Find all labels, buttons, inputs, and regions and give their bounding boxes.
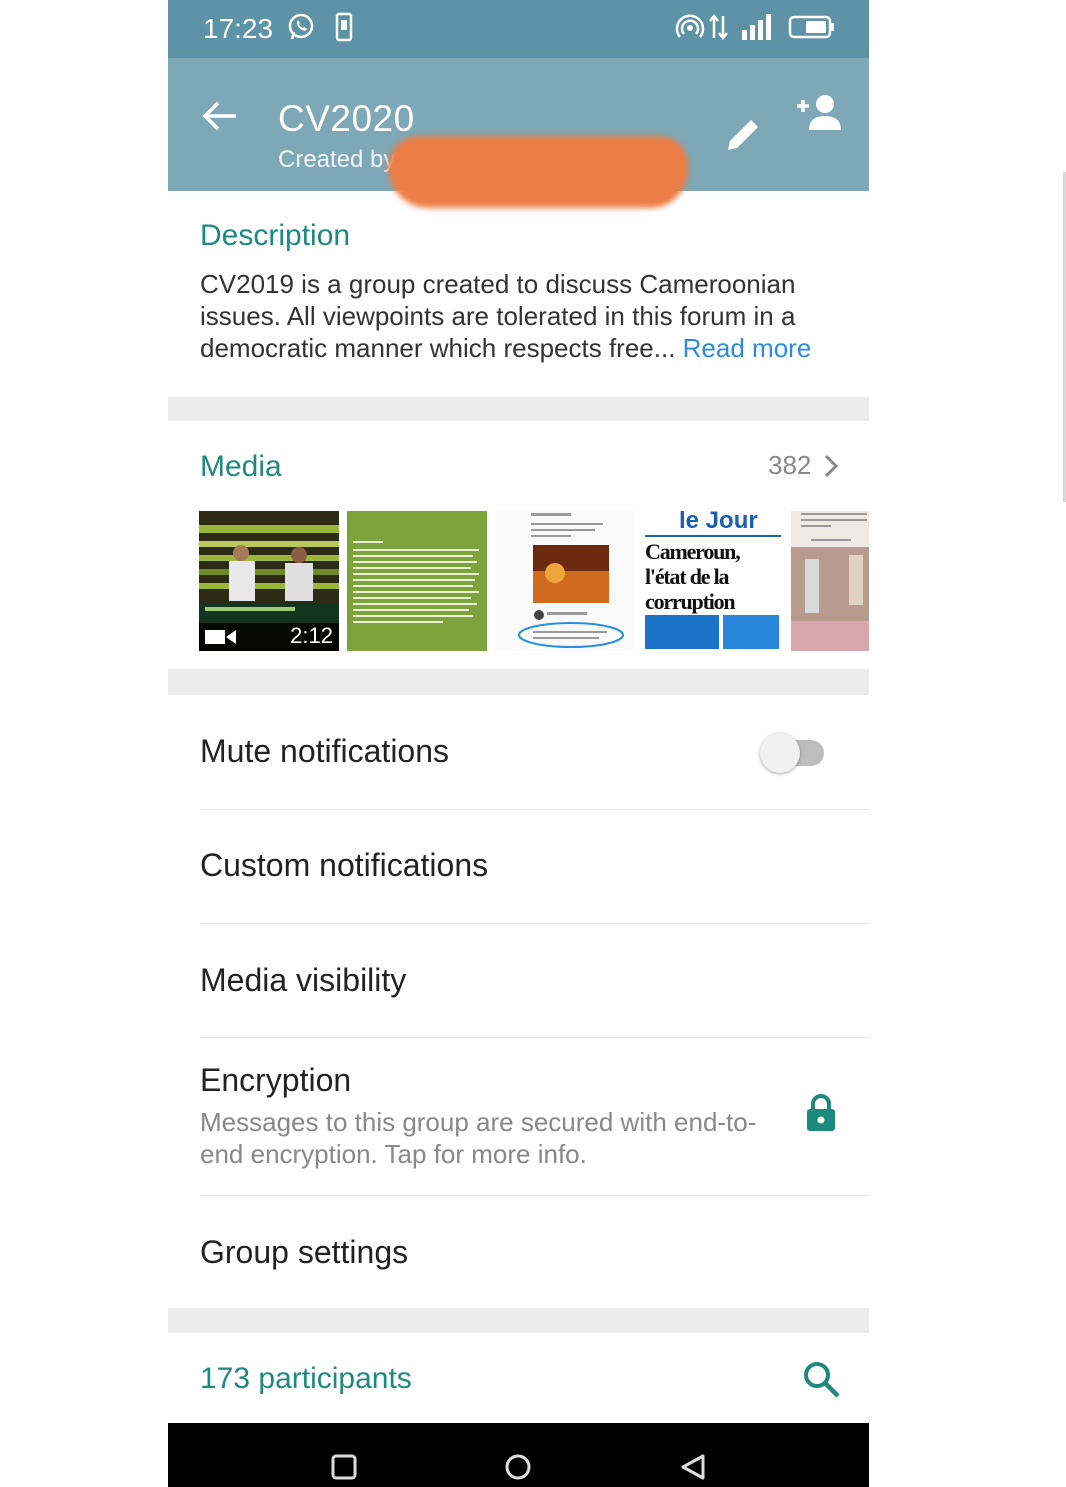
media-label[interactable]: Media [200, 450, 282, 484]
recents-button-icon[interactable] [330, 1453, 358, 1481]
newspaper-headline: Cameroun, l'état de la corruption [645, 539, 741, 614]
redaction-mark [388, 136, 688, 208]
section-gap [168, 397, 869, 421]
edit-pencil-icon[interactable] [720, 112, 766, 158]
video-camera-icon [205, 630, 236, 644]
chevron-right-icon[interactable] [823, 452, 839, 480]
phone-notification-icon [335, 12, 353, 42]
group-settings-row[interactable]: Group settings [168, 1196, 869, 1308]
signal-icon [742, 14, 771, 40]
whatsapp-icon [288, 13, 314, 40]
data-arrows-icon [709, 13, 728, 41]
video-duration: 2:12 [290, 623, 333, 648]
encryption-label: Encryption [200, 1062, 352, 1098]
tweet-screenshot-image [495, 511, 635, 651]
phone-screen: 17:23 CV2020 Created by Description CV20… [168, 0, 869, 1487]
hotspot-icon [675, 14, 705, 38]
back-arrow-icon[interactable] [198, 94, 242, 138]
media-thumbnail-image[interactable] [791, 511, 869, 651]
participants-count: 173 participants [200, 1362, 412, 1395]
media-thumbnail-image[interactable] [495, 511, 635, 651]
group-settings-label: Group settings [200, 1234, 409, 1270]
media-thumbnail-video[interactable]: 2:12 [199, 511, 339, 651]
media-thumbnail-newspaper[interactable]: le Jour Cameroun, l'état de la corruptio… [643, 511, 783, 651]
text-card-image [347, 511, 487, 651]
media-thumbnail-image[interactable] [347, 511, 487, 651]
section-gap [168, 1308, 869, 1333]
mute-toggle-knob[interactable] [760, 733, 800, 773]
media-count[interactable]: 382 [768, 450, 811, 481]
search-icon[interactable] [800, 1358, 842, 1400]
group-created-by: Created by [278, 146, 396, 173]
encryption-description: Messages to this group are secured with … [200, 1107, 757, 1169]
battery-icon [788, 15, 834, 39]
home-button-icon[interactable] [504, 1453, 532, 1481]
section-gap [168, 669, 869, 695]
newspaper-brand: le Jour [679, 511, 758, 534]
lock-icon [807, 1094, 835, 1131]
status-bar: 17:23 [168, 0, 869, 58]
photo-image [791, 511, 869, 651]
media-visibility-row[interactable]: Media visibility [168, 924, 869, 1037]
newspaper-rule [645, 535, 781, 537]
description-label: Description [200, 219, 351, 252]
newspaper-box [645, 615, 719, 649]
mute-notifications-label: Mute notifications [200, 733, 450, 769]
group-title[interactable]: CV2020 [278, 98, 415, 140]
status-time: 17:23 [203, 13, 274, 44]
custom-notifications-label: Custom notifications [200, 847, 489, 883]
back-button-icon[interactable] [679, 1453, 707, 1481]
group-header: CV2020 Created by [168, 58, 869, 208]
read-more-link[interactable]: Read more [683, 333, 812, 363]
media-visibility-label: Media visibility [200, 962, 407, 998]
custom-notifications-row[interactable]: Custom notifications [168, 810, 869, 923]
newspaper-box [723, 615, 779, 649]
add-participant-icon[interactable] [794, 92, 846, 136]
description-text[interactable]: CV2019 is a group created to discuss Cam… [200, 268, 850, 364]
